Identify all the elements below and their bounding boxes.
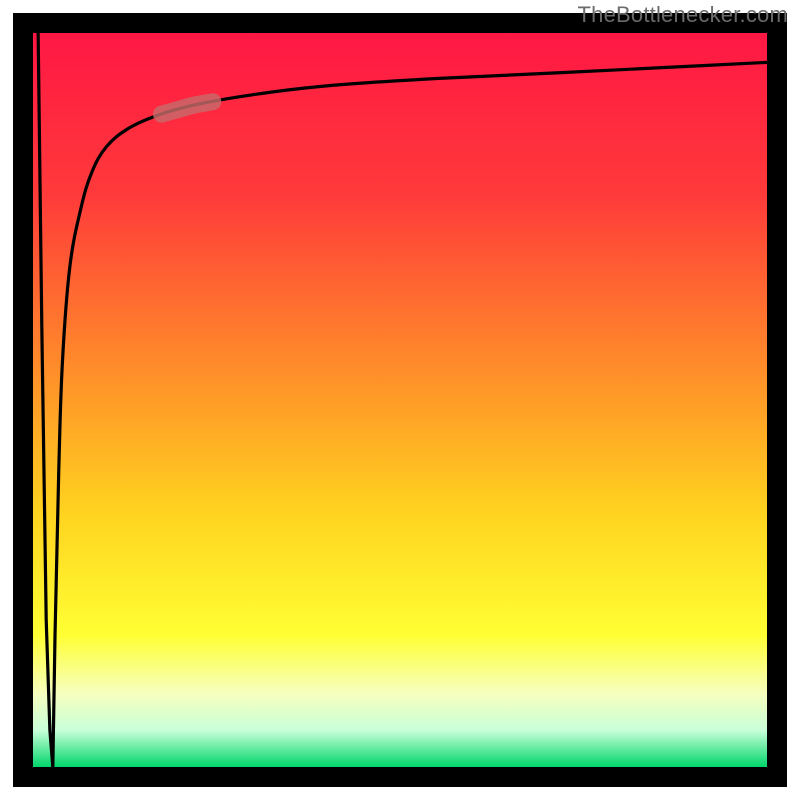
plot-background [33, 33, 767, 767]
chart-svg [0, 0, 800, 800]
attribution-text: TheBottlenecker.com [578, 2, 788, 28]
chart-stage: TheBottlenecker.com [0, 0, 800, 800]
